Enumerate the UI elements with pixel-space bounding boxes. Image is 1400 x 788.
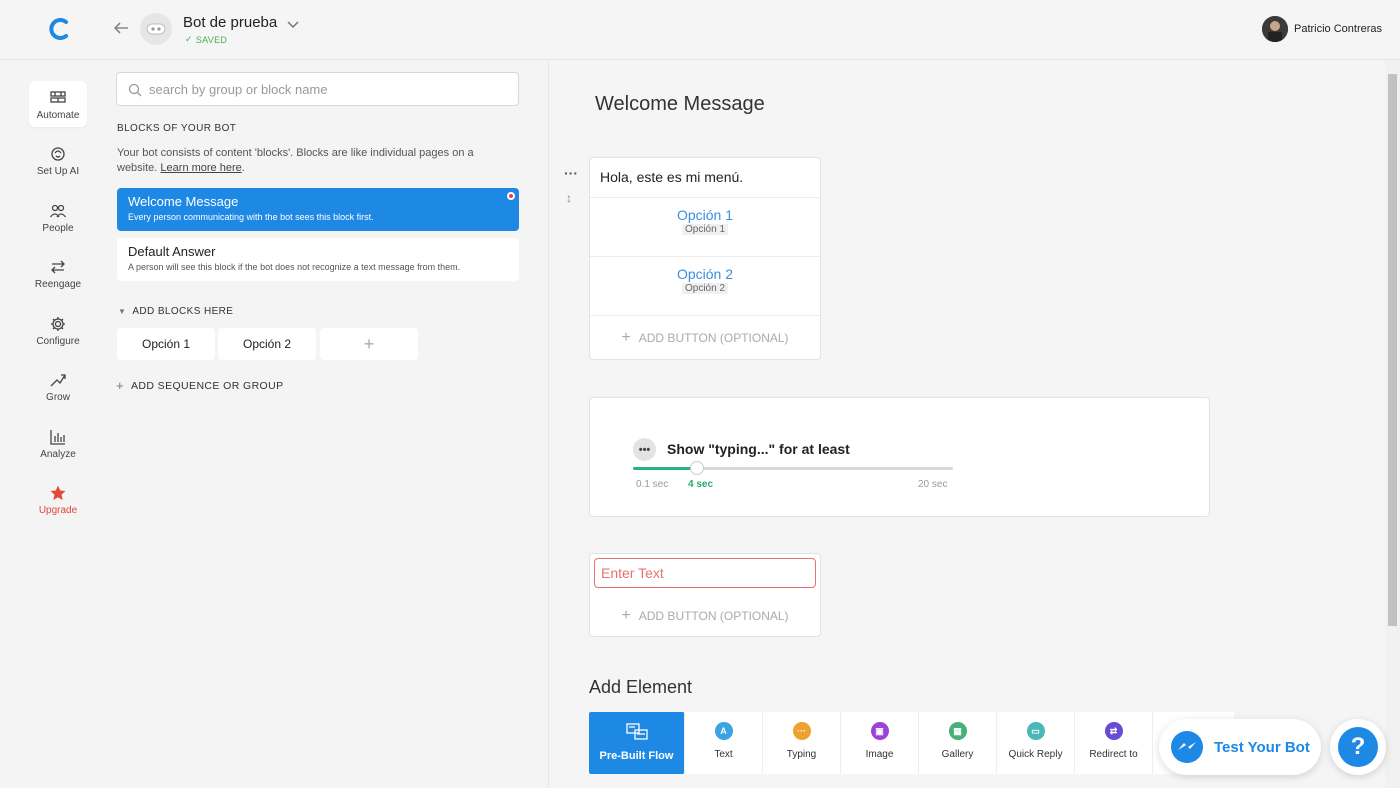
search-box bbox=[116, 72, 519, 106]
plus-icon: + bbox=[116, 378, 124, 393]
card-menu-icon[interactable]: ··· bbox=[564, 165, 578, 181]
blocks-description: Your bot consists of content 'blocks'. B… bbox=[117, 147, 474, 174]
chevron-down-icon[interactable] bbox=[286, 17, 300, 31]
unsaved-indicator bbox=[507, 192, 515, 200]
slider-handle[interactable] bbox=[690, 461, 704, 475]
plus-icon: + bbox=[363, 333, 375, 354]
message-text[interactable]: Hola, este es mi menú. bbox=[590, 158, 820, 198]
slider-current-label: 4 sec bbox=[688, 479, 714, 490]
top-bar: Bot de prueba ✓ SAVED Patricio Contreras bbox=[0, 0, 1400, 60]
test-your-bot-button[interactable]: Test Your Bot bbox=[1159, 719, 1321, 775]
search-input[interactable] bbox=[149, 79, 509, 99]
chatfuel-logo-icon[interactable] bbox=[46, 16, 72, 42]
saved-status: ✓ SAVED bbox=[185, 34, 228, 45]
search-icon bbox=[128, 83, 142, 97]
reengage-icon bbox=[51, 260, 65, 274]
automate-icon bbox=[50, 91, 66, 103]
nav-item-grow[interactable]: Grow bbox=[29, 363, 87, 409]
card-button-opcion-1[interactable]: Opción 1 Opción 1 bbox=[590, 198, 820, 257]
robot-icon bbox=[146, 23, 166, 35]
gallery-icon: ▦ bbox=[948, 722, 967, 740]
prebuilt-flow-button[interactable]: Pre-Built Flow bbox=[589, 712, 685, 774]
help-icon: ? bbox=[1338, 727, 1378, 767]
block-title: Welcome Message bbox=[128, 194, 239, 209]
slider-min-label: 0.1 sec bbox=[636, 479, 669, 490]
element-toolbar: Pre-Built Flow A Text ··· Typing ▣ Image… bbox=[589, 712, 1234, 774]
typing-slider[interactable] bbox=[633, 461, 953, 475]
left-nav: Automate Set Up AI People Reengage Confi… bbox=[0, 60, 112, 788]
slider-fill bbox=[633, 467, 697, 470]
bot-name[interactable]: Bot de prueba bbox=[183, 14, 277, 31]
gear-icon bbox=[51, 317, 65, 331]
add-button-optional[interactable]: + ADD BUTTON (OPTIONAL) bbox=[590, 594, 820, 638]
blocks-panel: BLOCKS OF YOUR BOT Your bot consists of … bbox=[112, 60, 549, 788]
bot-avatar bbox=[140, 13, 172, 45]
star-icon bbox=[50, 485, 66, 500]
card-button-opcion-2[interactable]: Opción 2 Opción 2 bbox=[590, 257, 820, 316]
user-avatar[interactable] bbox=[1262, 16, 1288, 42]
nav-item-reengage[interactable]: Reengage bbox=[29, 250, 87, 296]
block-desc: A person will see this block if the bot … bbox=[128, 262, 461, 272]
check-icon: ✓ bbox=[185, 34, 193, 44]
scrollbar-thumb[interactable] bbox=[1388, 74, 1397, 626]
typing-label: Show "typing..." for at least bbox=[667, 441, 850, 457]
page-title: Welcome Message bbox=[595, 93, 765, 115]
add-typing-button[interactable]: ··· Typing bbox=[763, 712, 841, 774]
prebuilt-flow-icon bbox=[625, 723, 648, 740]
back-arrow-icon[interactable] bbox=[112, 19, 130, 37]
ai-icon bbox=[51, 147, 65, 161]
add-blocks-group[interactable]: ▼ ADD BLOCKS HERE bbox=[118, 306, 233, 317]
plus-icon: + bbox=[621, 607, 631, 624]
image-icon: ▣ bbox=[870, 722, 889, 740]
nav-item-people[interactable]: People bbox=[29, 194, 87, 240]
caret-down-icon: ▼ bbox=[118, 307, 127, 316]
block-default-answer[interactable]: Default Answer A person will see this bl… bbox=[117, 238, 519, 281]
typing-icon: ••• bbox=[633, 438, 656, 461]
add-element-title: Add Element bbox=[589, 677, 693, 697]
user-photo-icon bbox=[1262, 16, 1288, 42]
scrollbar[interactable] bbox=[1385, 60, 1400, 788]
nav-item-setup-ai[interactable]: Set Up AI bbox=[29, 137, 87, 183]
block-welcome-message[interactable]: Welcome Message Every person communicati… bbox=[117, 188, 519, 231]
typing-card: ••• Show "typing..." for at least 0.1 se… bbox=[589, 397, 1210, 517]
text-icon: A bbox=[714, 722, 733, 740]
nav-item-analyze[interactable]: Analyze bbox=[29, 420, 87, 466]
block-desc: Every person communicating with the bot … bbox=[128, 212, 374, 222]
plus-icon: + bbox=[621, 329, 631, 346]
add-image-button[interactable]: ▣ Image bbox=[841, 712, 919, 774]
block-title: Default Answer bbox=[128, 244, 216, 259]
new-text-card: + ADD BUTTON (OPTIONAL) bbox=[589, 553, 821, 637]
user-name[interactable]: Patricio Contreras bbox=[1294, 23, 1382, 35]
typing-icon: ··· bbox=[792, 722, 811, 740]
nav-item-automate[interactable]: Automate bbox=[29, 81, 87, 127]
add-sequence-button[interactable]: + ADD SEQUENCE OR GROUP bbox=[116, 378, 284, 393]
messenger-icon bbox=[1171, 731, 1203, 763]
redirect-icon: ⇄ bbox=[1104, 722, 1123, 740]
add-quick-reply-button[interactable]: ▭ Quick Reply bbox=[997, 712, 1075, 774]
slider-max-label: 20 sec bbox=[918, 479, 948, 490]
nav-item-upgrade[interactable]: Upgrade bbox=[29, 476, 87, 522]
quick-reply-icon: ▭ bbox=[1026, 722, 1045, 740]
grow-icon bbox=[50, 374, 66, 387]
text-card: Hola, este es mi menú. Opción 1 Opción 1… bbox=[589, 157, 821, 360]
block-chip-opcion-1[interactable]: Opción 1 bbox=[117, 328, 215, 360]
learn-more-link[interactable]: Learn more here bbox=[160, 162, 241, 174]
analyze-icon bbox=[50, 430, 65, 445]
add-block-button[interactable]: + bbox=[320, 328, 418, 360]
block-chip-opcion-2[interactable]: Opción 2 bbox=[218, 328, 316, 360]
people-icon bbox=[49, 204, 67, 218]
blocks-heading: BLOCKS OF YOUR BOT bbox=[117, 123, 237, 134]
add-text-button[interactable]: A Text bbox=[685, 712, 763, 774]
help-button[interactable]: ? bbox=[1330, 719, 1386, 775]
add-redirect-button[interactable]: ⇄ Redirect to bbox=[1075, 712, 1153, 774]
add-gallery-button[interactable]: ▦ Gallery bbox=[919, 712, 997, 774]
enter-text-input[interactable] bbox=[594, 558, 816, 588]
drag-handle-icon[interactable]: ↕ bbox=[566, 191, 572, 205]
block-editor: Welcome Message ··· ↕ Hola, este es mi m… bbox=[549, 60, 1385, 788]
add-button-optional[interactable]: + ADD BUTTON (OPTIONAL) bbox=[590, 316, 820, 360]
nav-item-configure[interactable]: Configure bbox=[29, 307, 87, 353]
